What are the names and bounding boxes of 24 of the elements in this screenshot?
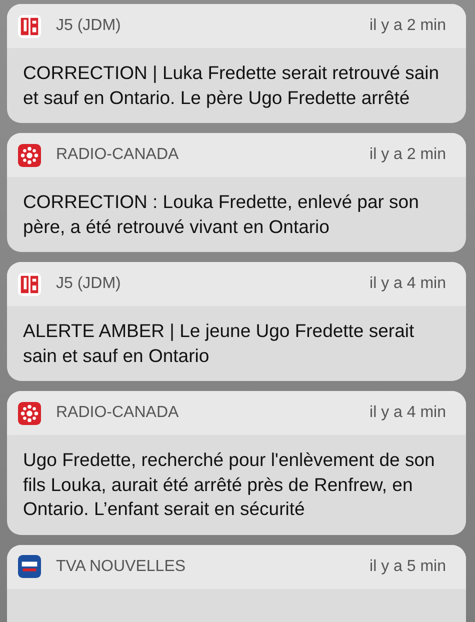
timestamp: il y a 4 min <box>370 404 446 422</box>
app-name: RADIO-CANADA <box>56 404 179 422</box>
notification-card[interactable]: J5 (JDM) il y a 2 min CORRECTION | Luka Fredette serait retrouvé sain et sauf en Ontario. Le père Ugo Fredette arrêté <box>7 4 466 123</box>
notification-text: Ugo Fredette, recherché pour l'enlèvement de son fils Louka, aurait été arrêté près de Renfrew, en Ontario. L’enfant serait en sécurité <box>23 448 436 521</box>
notification-card[interactable]: J5 (JDM) il y a 4 min ALERTE AMBER | Le jeune Ugo Fredette serait sain et sauf en Ontario <box>7 262 466 381</box>
app-icon <box>18 402 41 424</box>
timestamp: il y a 5 min <box>370 558 446 576</box>
app-name: J5 (JDM) <box>56 17 121 35</box>
app-icon <box>18 555 41 578</box>
timestamp: il y a 4 min <box>370 275 446 293</box>
notification-card[interactable]: TVA NOUVELLES il y a 5 min <box>7 544 466 622</box>
notification-text: CORRECTION | Luka Fredette serait retrouvé sain et sauf en Ontario. Le père Ugo Fredette arrêté <box>23 61 440 110</box>
app-icon <box>18 272 41 296</box>
app-icon <box>18 14 41 38</box>
notification-card[interactable]: RADIO-CANADA il y a 2 min CORRECTION : Louka Fredette, enlevé par son père, a été retrouvé vivant en Ontario <box>7 133 466 252</box>
app-name: TVA NOUVELLES <box>56 558 186 576</box>
app-name: RADIO-CANADA <box>56 146 179 164</box>
timestamp: il y a 2 min <box>370 146 446 164</box>
notification-card[interactable]: RADIO-CANADA il y a 4 min Ugo Fredette, recherché pour l'enlèvement de son fils Louka, aurait été arrêté près de Renfrew, en Ontario. L’enfant serait en sécurité <box>7 391 466 534</box>
timestamp: il y a 2 min <box>370 17 446 35</box>
app-icon <box>18 144 41 166</box>
notification-text: CORRECTION : Louka Fredette, enlevé par son père, a été retrouvé vivant en Ontario <box>23 190 420 239</box>
notification-text: ALERTE AMBER | Le jeune Ugo Fredette serait sain et sauf en Ontario <box>23 319 416 368</box>
app-name: J5 (JDM) <box>56 275 121 293</box>
